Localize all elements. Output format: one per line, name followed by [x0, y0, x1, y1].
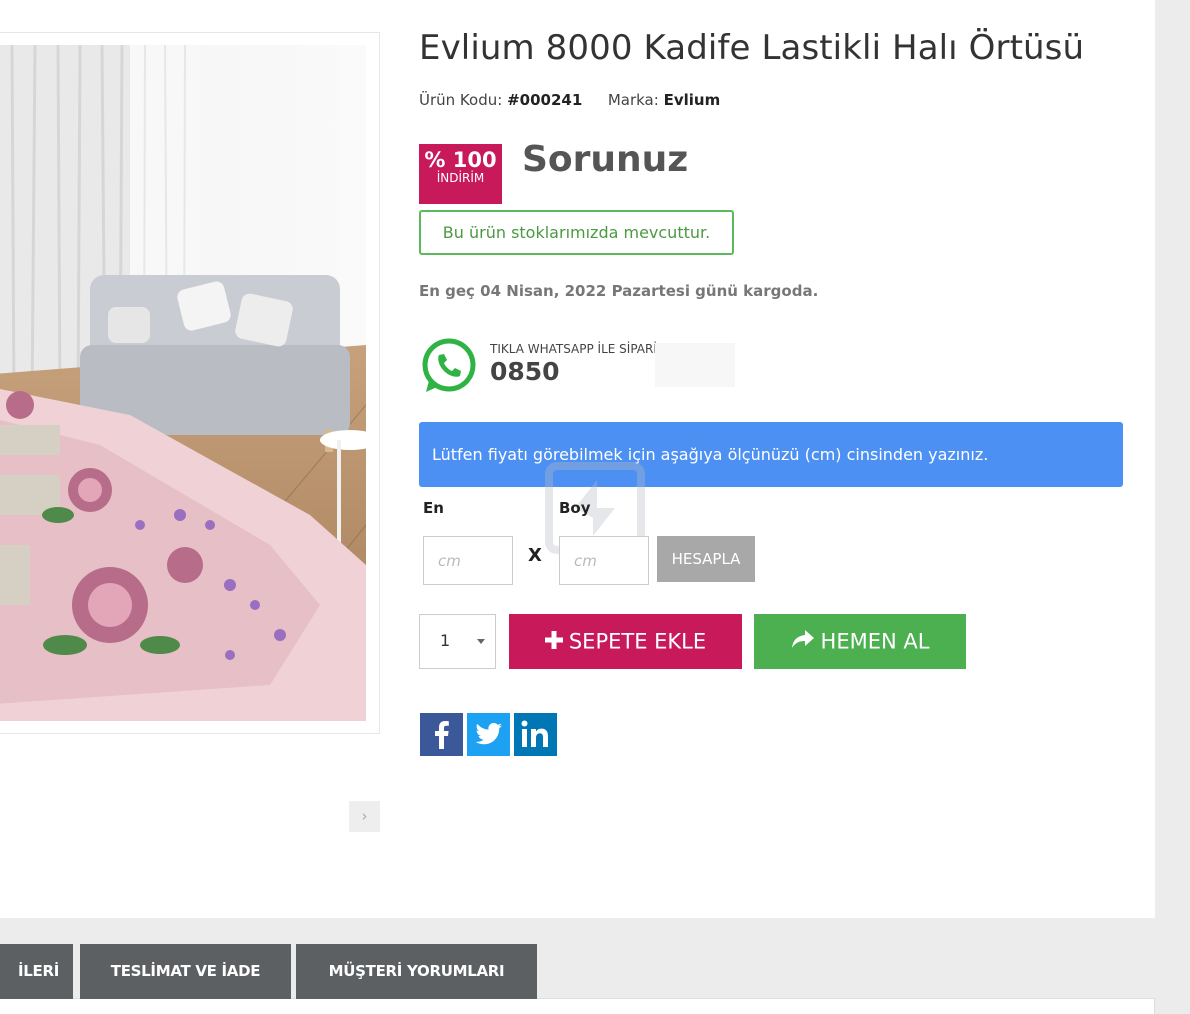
discount-percent: % 100	[424, 148, 497, 172]
chevron-down-icon	[477, 639, 485, 644]
add-to-cart-button[interactable]: SEPETE EKLE	[509, 614, 742, 669]
twitter-icon[interactable]	[467, 713, 510, 756]
measure-info-bar: Lütfen fiyatı görebilmek için aşağıya öl…	[419, 422, 1123, 487]
product-price: Sorunuz	[522, 139, 689, 180]
tab-delivery-returns[interactable]: TESLİMAT VE İADE	[80, 944, 291, 999]
plus-icon	[544, 615, 563, 670]
whatsapp-icon[interactable]	[419, 337, 477, 395]
quantity-value: 1	[440, 631, 451, 650]
tab-features[interactable]: İLERİ	[0, 944, 73, 999]
height-input[interactable]	[559, 536, 649, 585]
height-label: Boy	[559, 499, 591, 517]
discount-label: İNDİRİM	[436, 171, 485, 185]
product-image[interactable]	[0, 45, 366, 721]
product-title: Evlium 8000 Kadife Lastikli Halı Örtüsü	[419, 28, 1085, 68]
tab-content-panel	[0, 998, 1155, 1014]
width-input[interactable]	[423, 536, 513, 585]
product-meta: Ürün Kodu: #000241 Marka: Evlium	[419, 91, 720, 109]
brand-value: Evlium	[663, 91, 721, 109]
facebook-icon[interactable]	[420, 713, 463, 756]
shipping-estimate: En geç 04 Nisan, 2022 Pazartesi günü kar…	[419, 282, 819, 300]
stock-status: Bu ürün stoklarımızda mevcuttur.	[419, 210, 734, 255]
linkedin-icon[interactable]	[514, 713, 557, 756]
buy-now-button[interactable]: HEMEN AL	[754, 614, 966, 669]
buy-now-label: HEMEN AL	[820, 629, 930, 654]
brand-label: Marka:	[607, 91, 659, 109]
quantity-select[interactable]: 1	[419, 614, 496, 669]
discount-badge: % 100 İNDİRİM	[419, 144, 502, 204]
page-gutter	[1155, 0, 1190, 1014]
dimension-separator: X	[528, 545, 542, 566]
product-page: › Evlium 8000 Kadife Lastikli Halı Örtüs…	[0, 0, 1190, 1014]
gallery-next-button[interactable]: ›	[349, 801, 380, 832]
width-label: En	[423, 499, 444, 517]
share-arrow-icon	[791, 615, 815, 670]
calculate-button[interactable]: HESAPLA	[657, 536, 755, 582]
whatsapp-phone[interactable]: 0850	[490, 357, 560, 386]
phone-mask	[655, 343, 735, 387]
tab-customer-reviews[interactable]: MÜŞTERİ YORUMLARI	[296, 944, 537, 999]
add-to-cart-label: SEPETE EKLE	[568, 629, 707, 654]
product-code-value: #000241	[507, 91, 583, 109]
product-code-label: Ürün Kodu:	[419, 91, 503, 109]
